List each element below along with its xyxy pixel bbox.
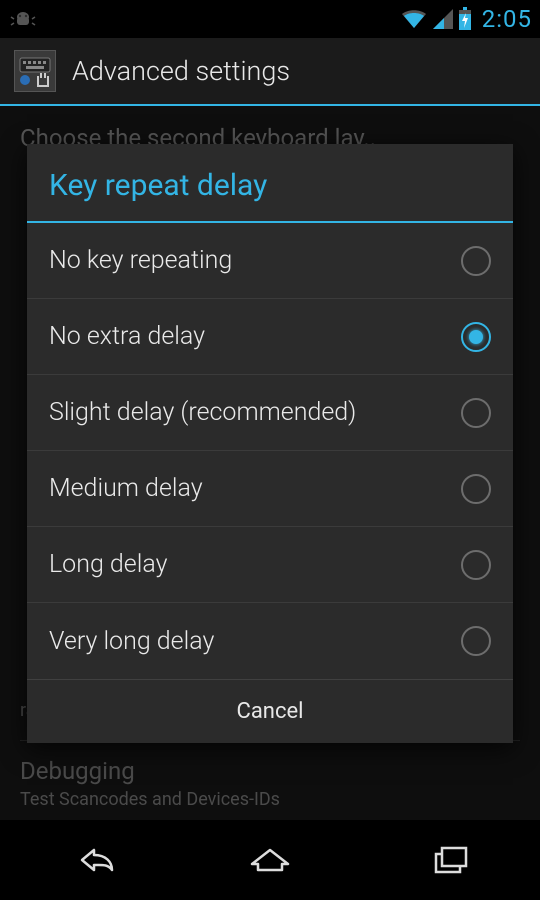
radio-icon	[461, 626, 491, 656]
dialog-title: Key repeat delay	[27, 144, 513, 223]
app-icon[interactable]	[14, 50, 56, 92]
option-no-extra-delay[interactable]: No extra delay	[27, 299, 513, 375]
back-button[interactable]	[30, 830, 150, 890]
option-label: Very long delay	[49, 627, 214, 656]
option-label: Medium delay	[49, 474, 203, 503]
navigation-bar	[0, 820, 540, 900]
screen: 2:05 Advanced settings Choose the second…	[0, 0, 540, 900]
home-button[interactable]	[210, 830, 330, 890]
bg-debugging-header: Debugging	[20, 741, 520, 785]
option-no-key-repeating[interactable]: No key repeating	[27, 223, 513, 299]
dialog-key-repeat-delay: Key repeat delay No key repeating No ext…	[27, 144, 513, 743]
cancel-button-label: Cancel	[237, 699, 304, 724]
cell-signal-icon	[432, 8, 454, 30]
radio-icon	[461, 550, 491, 580]
radio-icon	[461, 246, 491, 276]
dialog-option-list: No key repeating No extra delay Slight d…	[27, 223, 513, 679]
option-slight-delay[interactable]: Slight delay (recommended)	[27, 375, 513, 451]
status-bar: 2:05	[0, 0, 540, 38]
option-label: No key repeating	[49, 246, 232, 275]
status-clock: 2:05	[482, 5, 532, 33]
option-label: Slight delay (recommended)	[49, 398, 356, 427]
option-very-long-delay[interactable]: Very long delay	[27, 603, 513, 679]
action-bar: Advanced settings	[0, 38, 540, 106]
battery-icon	[458, 7, 472, 31]
option-label: No extra delay	[49, 322, 205, 351]
option-medium-delay[interactable]: Medium delay	[27, 451, 513, 527]
action-bar-title: Advanced settings	[72, 55, 290, 87]
option-label: Long delay	[49, 550, 167, 579]
wifi-icon	[400, 8, 428, 30]
option-long-delay[interactable]: Long delay	[27, 527, 513, 603]
radio-icon	[461, 474, 491, 504]
radio-icon	[461, 322, 491, 352]
recents-button[interactable]	[390, 830, 510, 890]
debug-indicator	[8, 9, 38, 29]
bg-debugging-subtitle: Test Scancodes and Devices-IDs	[20, 785, 520, 810]
cancel-button[interactable]: Cancel	[27, 680, 513, 743]
radio-icon	[461, 398, 491, 428]
dialog-button-bar: Cancel	[27, 679, 513, 743]
